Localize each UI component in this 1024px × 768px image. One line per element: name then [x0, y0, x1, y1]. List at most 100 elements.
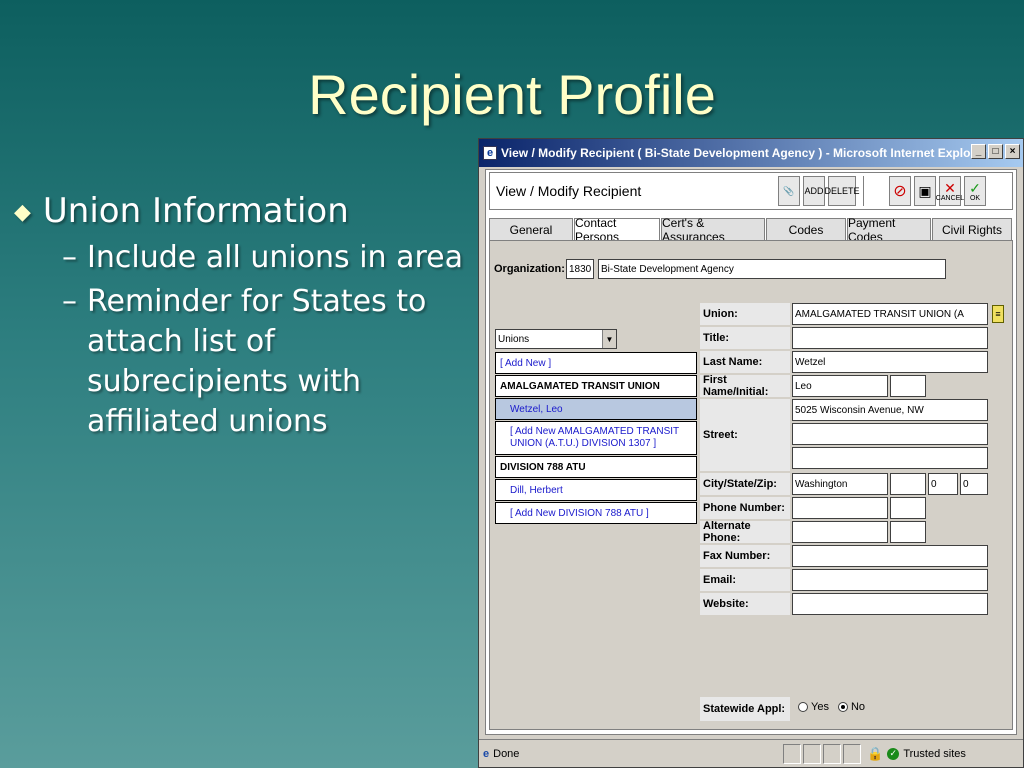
sub-bullet-text: Include all unions in area [87, 240, 464, 275]
radio-dot-icon [840, 705, 845, 709]
page-content: View / Modify Recipient 📎 ADD DELETE ⊘ ▣… [485, 169, 1017, 735]
status-panel [843, 743, 862, 764]
dropdown-value: Unions [498, 333, 530, 345]
delete-button[interactable]: DELETE [825, 176, 860, 206]
union-add-new-link[interactable]: [ Add New AMALGAMATED TRANSIT UNION (A.T… [495, 421, 697, 455]
city-state-zip-label: City/State/Zip: [700, 473, 790, 495]
toolbar-separator [863, 176, 887, 206]
statewide-options: Yes No [798, 701, 865, 713]
title-label: Title: [700, 327, 790, 349]
alt-phone-field[interactable] [792, 521, 888, 543]
dash-icon: – [62, 284, 77, 319]
union-label: Union: [700, 303, 790, 325]
union-contact-item[interactable]: Wetzel, Leo [495, 398, 697, 420]
bullet-main: ◆ Union Information [14, 190, 464, 234]
paperclip-icon[interactable]: 📎 [778, 176, 800, 206]
ok-check-icon: ✓ [969, 179, 981, 196]
lookup-list-icon[interactable]: ≡ [992, 305, 1004, 323]
union-type-dropdown[interactable]: Unions ▼ [495, 329, 617, 349]
fax-label: Fax Number: [700, 545, 790, 567]
cancel-label: CANCEL [935, 194, 965, 202]
organization-label: Organization: [494, 263, 565, 275]
no-label: No [850, 701, 866, 713]
yes-radio-icon[interactable] [798, 702, 808, 712]
union-add-new-link[interactable]: [ Add New DIVISION 788 ATU ] [495, 502, 697, 524]
organization-name-field[interactable]: Bi-State Development Agency [598, 259, 946, 279]
website-field[interactable] [792, 593, 988, 615]
tab-codes[interactable]: Codes [766, 218, 846, 240]
cancel-button[interactable]: ✕ CANCEL [935, 176, 965, 206]
trusted-sites-icon: ✓ [887, 747, 900, 760]
phone-label: Phone Number: [700, 497, 790, 519]
no-print-icon[interactable]: ⊘ [889, 176, 911, 206]
initial-field[interactable] [890, 375, 926, 397]
city-field[interactable]: Washington [792, 473, 888, 495]
phone-field[interactable] [792, 497, 888, 519]
zip-field[interactable]: 0 [928, 473, 958, 495]
cancel-x-icon: ✕ [944, 179, 956, 196]
minimize-button[interactable]: _ [971, 144, 986, 159]
page-title: View / Modify Recipient [496, 183, 642, 199]
bullet-main-text: Union Information [42, 191, 349, 231]
tab-bar: General Contact Persons Cert's & Assuran… [489, 216, 1013, 244]
close-button[interactable]: × [1005, 144, 1020, 159]
diamond-bullet-icon: ◆ [14, 200, 31, 225]
union-add-new-link[interactable]: [ Add New ] [495, 352, 697, 374]
organization-id-field[interactable]: 1830 [566, 259, 594, 279]
alt-phone-label: Alternate Phone: [700, 520, 790, 544]
tab-general[interactable]: General [489, 218, 573, 240]
title-field[interactable] [792, 327, 988, 349]
tab-civil-rights[interactable]: Civil Rights [932, 218, 1012, 240]
street-label: Street: [700, 399, 790, 471]
no-radio-icon[interactable] [837, 702, 848, 712]
ok-label: OK [969, 194, 981, 202]
form-area: Organization: 1830 Bi-State Development … [489, 240, 1013, 730]
add-button[interactable]: ADD [803, 176, 825, 206]
street-field-3[interactable] [792, 447, 988, 469]
ok-button[interactable]: ✓ OK [964, 176, 986, 206]
browser-window: e View / Modify Recipient ( Bi-State Dev… [478, 138, 1024, 768]
dash-icon: – [62, 240, 77, 275]
sub-bullet-1: – Include all unions in area [62, 238, 464, 278]
window-title: View / Modify Recipient ( Bi-State Devel… [501, 146, 987, 160]
status-panel [803, 743, 822, 764]
street-field-2[interactable] [792, 423, 988, 445]
union-field[interactable]: AMALGAMATED TRANSIT UNION (A [792, 303, 988, 325]
union-contact-item[interactable]: Dill, Herbert [495, 479, 697, 501]
first-name-field[interactable]: Leo [792, 375, 888, 397]
tab-payment-codes[interactable]: Payment Codes [847, 216, 931, 244]
zip-ext-field[interactable]: 0 [960, 473, 988, 495]
statewide-label: Statewide Appl: [700, 697, 790, 721]
street-field-1[interactable]: 5025 Wisconsin Avenue, NW [792, 399, 988, 421]
maximize-button[interactable]: □ [988, 144, 1003, 159]
union-list: [ Add New ] AMALGAMATED TRANSIT UNION We… [495, 352, 697, 525]
last-name-field[interactable]: Wetzel [792, 351, 988, 373]
email-label: Email: [700, 569, 790, 591]
slide-title: Recipient Profile [308, 63, 716, 126]
lock-icon: 🔒 [867, 745, 884, 761]
page-done-icon: e [483, 747, 490, 760]
bullet-list: ◆ Union Information – Include all unions… [14, 190, 464, 442]
fax-field[interactable] [792, 545, 988, 567]
tab-contact-persons[interactable]: Contact Persons [574, 216, 660, 244]
sub-bullet-2: – Reminder for States to attach list of … [62, 282, 464, 442]
status-text: Done [493, 747, 520, 760]
status-panel [783, 743, 802, 764]
phone-ext-field[interactable] [890, 497, 926, 519]
last-name-label: Last Name: [700, 351, 790, 373]
status-bar: e Done 🔒 ✓ Trusted sites [479, 739, 1023, 767]
save-icon[interactable]: ▣ [914, 176, 936, 206]
first-name-label: First Name/Initial: [700, 374, 790, 398]
union-header: DIVISION 788 ATU [495, 456, 697, 478]
alt-phone-ext-field[interactable] [890, 521, 926, 543]
website-label: Website: [700, 593, 790, 615]
union-header: AMALGAMATED TRANSIT UNION [495, 375, 697, 397]
yes-label: Yes [811, 701, 829, 713]
ie-icon: e [483, 146, 497, 160]
sub-bullet-text: Reminder for States to attach list of su… [87, 284, 427, 439]
tab-certs-assurances[interactable]: Cert's & Assurances [661, 216, 765, 244]
email-field[interactable] [792, 569, 988, 591]
state-field[interactable] [890, 473, 926, 495]
window-titlebar[interactable]: e View / Modify Recipient ( Bi-State Dev… [479, 139, 1023, 167]
dropdown-arrow-icon[interactable]: ▼ [602, 330, 616, 348]
